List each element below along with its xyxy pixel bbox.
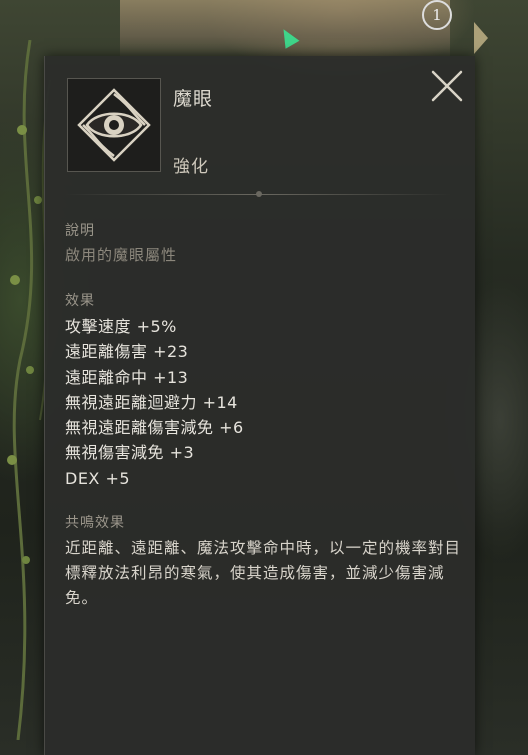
effect-item: 無視遠距離傷害減免 +6	[65, 418, 244, 438]
item-icon-frame	[67, 78, 161, 172]
effects-title: 效果	[65, 293, 95, 309]
divider-ornament	[256, 191, 262, 197]
effect-item: 無視傷害減免 +3	[65, 443, 195, 463]
effects-list: 攻擊速度 +5% 遠距離傷害 +23 遠距離命中 +13 無視遠距離迴避力 +1…	[65, 314, 244, 491]
description-title: 說明	[65, 223, 95, 239]
effect-item: 攻擊速度 +5%	[65, 317, 177, 336]
resonance-title: 共鳴效果	[65, 515, 125, 531]
item-tooltip-panel: 魔眼 強化 說明 啟用的魔眼屬性 效果 攻擊速度 +5% 遠距離傷害 +23 遠…	[44, 56, 475, 755]
description-text: 啟用的魔眼屬性	[65, 246, 178, 264]
effect-item: 無視遠距離迴避力 +14	[65, 392, 238, 412]
resonance-text: 近距離、遠距離、魔法攻擊命中時，以一定的機率對目標釋放法利昂的寒氣，使其造成傷害…	[65, 539, 462, 607]
item-name: 魔眼	[173, 88, 214, 110]
eye-emblem-icon	[77, 88, 151, 162]
effect-item: DEX +5	[65, 468, 131, 488]
map-expand-arrow-icon[interactable]	[474, 22, 488, 54]
item-type: 強化	[173, 157, 209, 177]
effect-item: 遠距離傷害 +23	[65, 342, 189, 362]
close-icon[interactable]	[427, 66, 467, 106]
map-badge[interactable]: 1	[422, 0, 452, 30]
effect-item: 遠距離命中 +13	[65, 367, 189, 387]
